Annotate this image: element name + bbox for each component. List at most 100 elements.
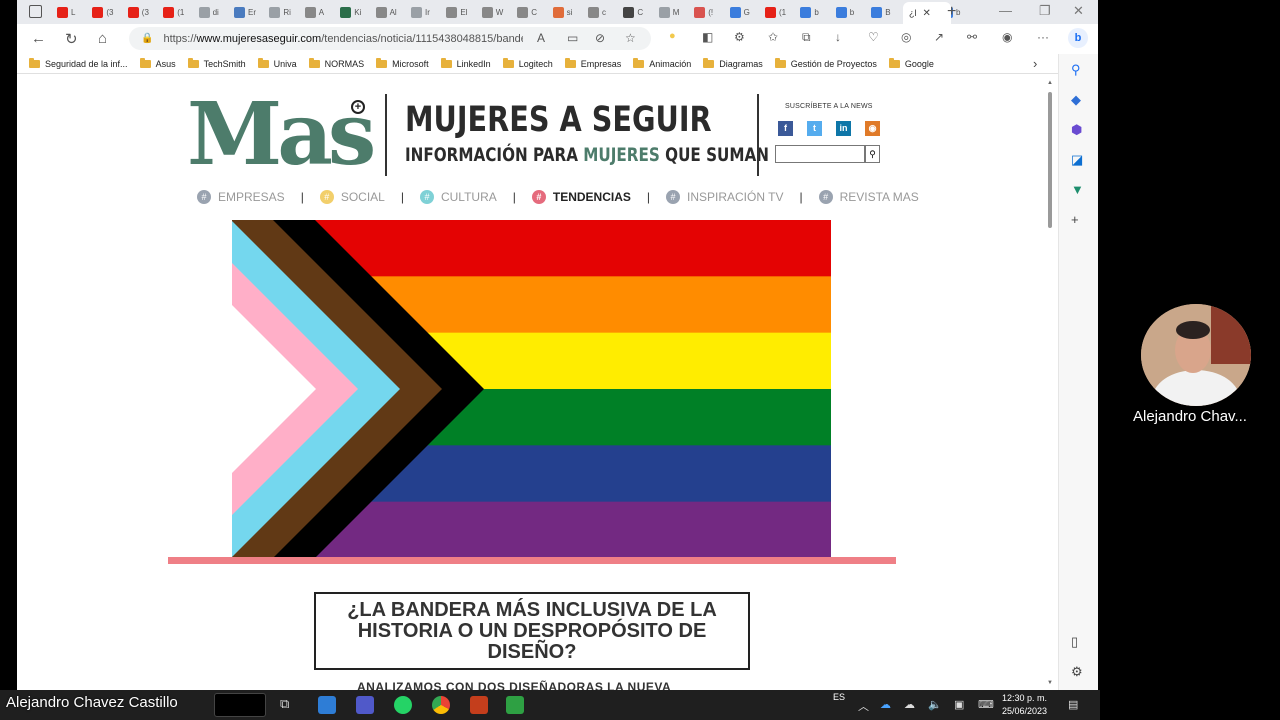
browser-tab[interactable]: Al [375,3,397,21]
extension-icon[interactable]: ● [669,30,676,42]
bookmark-folder[interactable]: Univa [257,57,297,69]
browser-tab[interactable]: B [871,3,891,21]
clock[interactable]: 12:30 p. m. 25/06/2023 [1002,692,1047,718]
nav-item[interactable]: # SOCIAL [319,190,385,204]
address-bar[interactable]: 🔒 https://www.mujeresaseguir.com/tendenc… [129,27,651,50]
active-tab[interactable]: ¿l ✕ [903,2,951,24]
teams-app-icon[interactable] [356,696,374,714]
shopping-tag-icon[interactable]: ◆ [1071,92,1081,108]
tray-chevron-icon[interactable]: ︿ [858,698,869,714]
browser-tab[interactable]: Ri [269,3,291,21]
bookmark-folder[interactable]: Gestión de Proyectos [774,57,877,69]
home-icon[interactable]: ⌂ [98,30,107,47]
bookmark-folder[interactable]: Seguridad de la inf... [29,57,128,69]
minimize-icon[interactable]: — [999,3,1012,18]
close-tab-icon[interactable]: ✕ [923,8,931,19]
photos-app-icon[interactable] [318,696,336,714]
chrome-app-icon[interactable] [432,696,450,714]
camtasia-app-icon[interactable] [506,696,524,714]
browser-essentials-icon[interactable]: ◎ [901,30,911,44]
bing-chat-icon[interactable]: b [1068,28,1088,48]
bookmark-folder[interactable]: Logitech [502,57,553,69]
bookmark-folder[interactable]: Microsoft [376,57,429,69]
whatsapp-app-icon[interactable] [394,696,412,714]
bookmarks-overflow-icon[interactable]: › [1033,56,1037,71]
share-icon[interactable]: ↗ [934,30,944,44]
cloud-icon[interactable]: ☁ [904,698,915,711]
favorites-icon[interactable]: ✩ [768,30,778,44]
site-search-input[interactable] [775,145,865,163]
bookmark-folder[interactable]: Empresas [564,57,621,69]
bookmark-folder[interactable]: TechSmith [187,57,246,69]
nav-item[interactable]: # EMPRESAS [197,190,285,204]
settings-more-icon[interactable]: ··· [1037,30,1049,44]
bookmark-folder[interactable]: Diagramas [703,57,763,69]
browser-tab[interactable]: di [198,3,219,21]
nav-item[interactable]: # CULTURA [419,190,497,204]
restore-icon[interactable]: ❐ [1039,3,1051,19]
page-scrollbar[interactable]: ▲ ▼ [1046,80,1053,690]
tracking-icon[interactable]: ⊘ [595,31,605,45]
browser-tab[interactable]: M [658,3,679,21]
bookmark-folder[interactable]: Google [888,57,934,69]
browser-tab[interactable]: (1 [765,3,786,21]
performance-icon[interactable]: ♡ [868,30,879,44]
browser-tab[interactable]: (! [694,3,713,21]
site-search-icon[interactable]: ⚲ [865,145,880,163]
keyboard-icon[interactable]: ⌨ [978,698,994,711]
facebook-icon[interactable]: f [778,121,793,136]
volume-icon[interactable]: 🔈 [928,698,942,711]
nav-item[interactable]: # INSPIRACIÓN TV [666,190,783,204]
new-tab-icon[interactable]: + [947,3,956,21]
browser-tab[interactable]: El [446,3,468,21]
browser-tab[interactable]: (3 [127,3,149,21]
profile-icon[interactable]: ◉ [1002,30,1012,44]
browser-tab[interactable]: C [517,3,537,21]
browser-tab[interactable]: W [481,3,503,21]
taskbar-search[interactable] [214,693,266,717]
browser-tab[interactable]: Ki [340,3,361,21]
collections-icon[interactable]: ⧉ [802,30,811,45]
task-view-icon[interactable]: ⧉ [280,696,298,714]
bookmark-folder[interactable]: Asus [139,57,176,69]
browser-tab[interactable]: (1 [163,3,184,21]
onedrive-icon[interactable]: ☁ [880,698,891,711]
read-aloud-icon[interactable]: A [537,31,545,45]
teams-tray-icon[interactable]: ▣ [954,698,964,711]
tab-actions-icon[interactable] [29,5,42,18]
nav-item[interactable]: # REVISTA MAS [818,190,919,204]
powerpoint-app-icon[interactable] [470,696,488,714]
notifications-icon[interactable]: ▤ [1068,698,1078,711]
sync-icon[interactable]: ⚯ [967,30,977,44]
browser-tab[interactable]: Er [234,3,256,21]
hide-sidebar-icon[interactable]: ▯ [1071,634,1078,650]
browser-tab[interactable]: b [835,3,854,21]
browser-tab[interactable]: G [729,3,750,21]
sidebar-settings-icon[interactable]: ⚙ [1071,664,1083,680]
url-text[interactable]: https://www.mujeresaseguir.com/tendencia… [153,33,523,45]
downloads-icon[interactable]: ↓ [835,30,841,44]
search-icon[interactable]: ⚲ [1071,62,1081,78]
browser-tab[interactable]: L [57,3,75,21]
bookmark-folder[interactable]: LinkedIn [440,57,491,69]
drop-icon[interactable]: ▼ [1071,182,1084,197]
browser-tab[interactable]: A [304,3,324,21]
linkedin-icon[interactable]: in [836,121,851,136]
refresh-icon[interactable]: ↻ [65,30,78,48]
extensions-icon[interactable]: ⚙ [734,30,745,44]
outlook-icon[interactable]: ◪ [1071,152,1083,168]
extension2-icon[interactable]: ◧ [702,30,713,44]
browser-tab[interactable]: si [552,3,572,21]
browser-tab[interactable]: (3 [92,3,114,21]
scroll-thumb[interactable] [1048,92,1052,228]
browser-tab[interactable]: b [800,3,819,21]
bookmark-folder[interactable]: Animación [633,57,691,69]
add-sidebar-icon[interactable]: + [1071,212,1079,227]
nav-item[interactable]: # TENDENCIAS [531,190,631,204]
browser-tab[interactable]: c [588,3,606,21]
reader-view-icon[interactable]: ▭ [567,31,578,45]
back-icon[interactable]: ← [31,30,46,47]
favorite-star-icon[interactable]: ☆ [625,31,636,45]
site-logo[interactable]: Mas [187,90,376,180]
rss-icon[interactable]: ◉ [865,121,880,136]
